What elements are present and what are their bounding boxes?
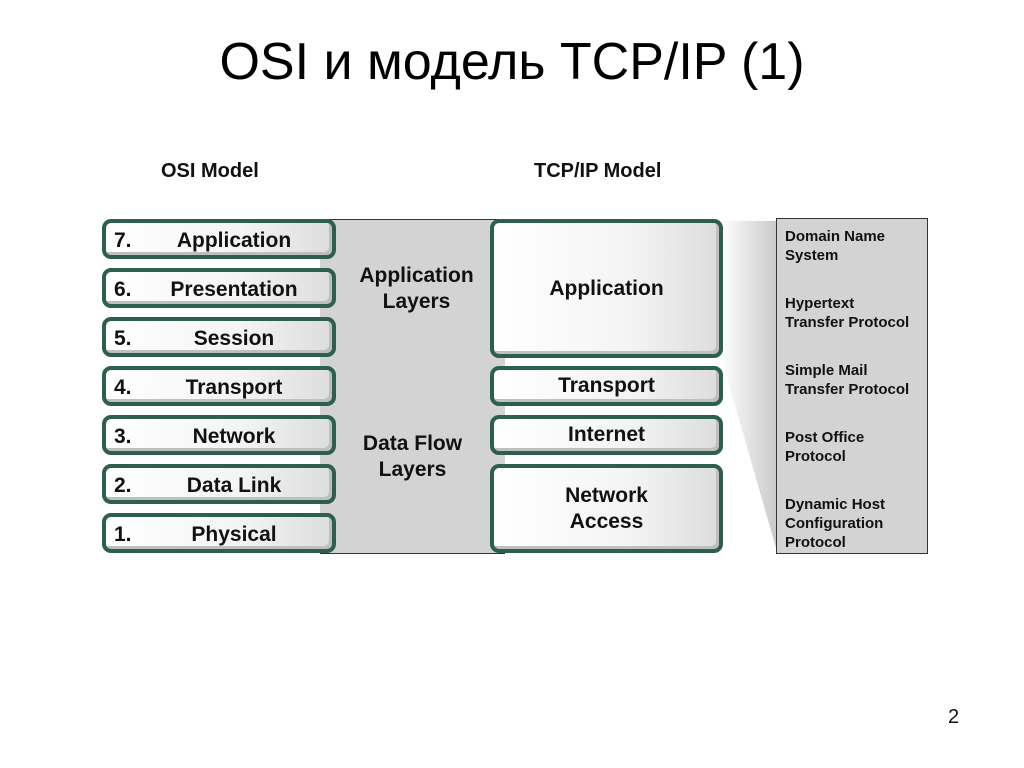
- tcpip-layer-internet: Internet: [490, 415, 723, 455]
- layer-number: 6.: [114, 278, 132, 301]
- tcpip-layer-transport: Transport: [490, 366, 723, 406]
- layer-name: Network Access: [565, 483, 648, 533]
- layer-name: Transport: [185, 376, 283, 399]
- layer-name: Data Link: [186, 474, 282, 497]
- data-flow-layers-label: Data Flow Layers: [362, 432, 463, 481]
- layer-name: Network: [192, 425, 276, 448]
- osi-layer-5: 5. Session: [102, 317, 336, 357]
- application-layers-label: Application Layers: [359, 264, 474, 313]
- protocol-item: Post Office Protocol: [785, 429, 865, 465]
- layer-name: Application: [176, 229, 292, 252]
- layer-name: Internet: [567, 423, 645, 446]
- layer-number: 4.: [114, 376, 132, 399]
- osi-model-heading: OSI Model: [161, 160, 259, 182]
- osi-layer-7: 7. Application: [102, 219, 336, 259]
- layer-number: 7.: [114, 229, 132, 252]
- protocol-list: Domain Name System Hypertext Transfer Pr…: [776, 218, 928, 554]
- protocol-connector-shading: [720, 221, 778, 555]
- tcpip-model-heading: TCP/IP Model: [534, 160, 662, 182]
- protocol-item: Domain Name System: [785, 228, 886, 264]
- protocol-item: Hypertext Transfer Protocol: [785, 295, 910, 331]
- osi-layer-2: 2. Data Link: [102, 464, 336, 504]
- osi-layer-6: 6. Presentation: [102, 268, 336, 308]
- page-number: 2: [948, 706, 960, 728]
- layer-number: 3.: [114, 425, 132, 448]
- layer-name: Physical: [191, 523, 277, 546]
- layer-number: 5.: [114, 327, 132, 350]
- tcpip-layer-application: Application: [490, 219, 723, 358]
- layer-name: Session: [193, 327, 275, 350]
- osi-layer-4: 4. Transport: [102, 366, 336, 406]
- slide-title: OSI и модель TCP/IP (1): [219, 33, 805, 91]
- layer-name: Presentation: [170, 278, 298, 301]
- layer-name: Application: [549, 276, 664, 300]
- layer-number: 2.: [114, 474, 132, 497]
- layer-name: Transport: [558, 374, 655, 397]
- layer-number: 1.: [114, 523, 132, 546]
- application-layers-group: Application Layers: [320, 219, 505, 360]
- data-flow-layers-group: Data Flow Layers: [320, 359, 505, 554]
- protocol-item: Dynamic Host Configuration Protocol: [785, 496, 886, 551]
- tcpip-layer-network-access: Network Access: [490, 464, 723, 553]
- osi-layer-1: 1. Physical: [102, 513, 336, 553]
- protocol-item: Simple Mail Transfer Protocol: [785, 362, 910, 398]
- osi-layer-3: 3. Network: [102, 415, 336, 455]
